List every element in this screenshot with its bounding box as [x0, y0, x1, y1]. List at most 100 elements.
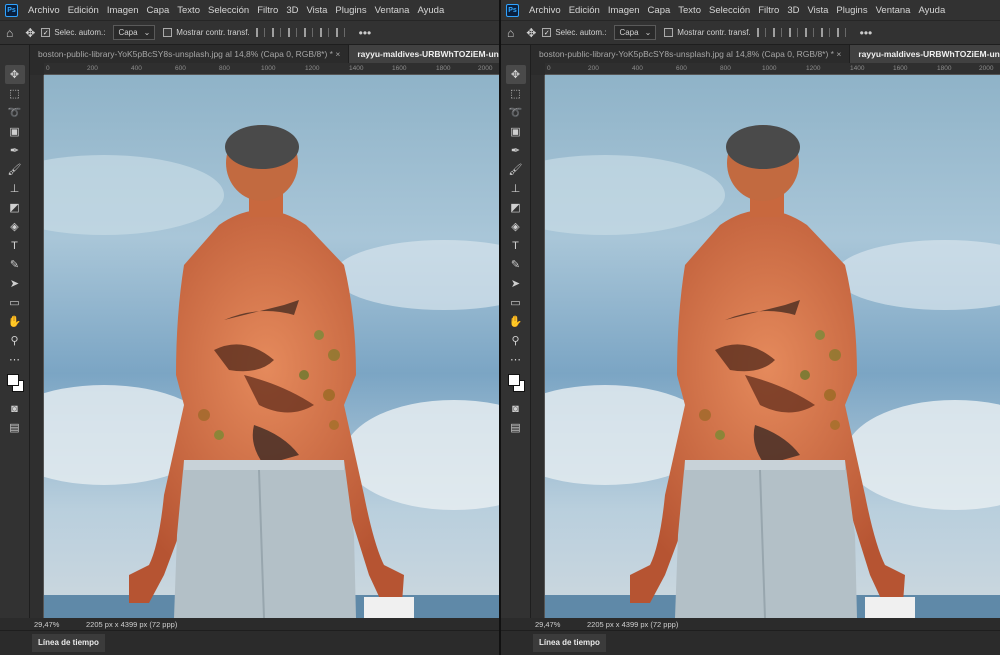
more-tools-icon[interactable]: ⋯: [5, 350, 25, 369]
vertical-ruler[interactable]: [30, 75, 44, 618]
menu-plugins[interactable]: Plugins: [331, 5, 370, 16]
lasso-icon[interactable]: ➰: [506, 103, 526, 122]
eyedropper-icon[interactable]: ✒: [5, 141, 25, 160]
rectangle-icon[interactable]: ▭: [5, 293, 25, 312]
quick-mask-icon[interactable]: ◙: [5, 399, 25, 418]
move-tool-preset-icon[interactable]: ✥: [526, 26, 536, 40]
marquee-icon[interactable]: ⬚: [506, 84, 526, 103]
foreground-color[interactable]: [507, 374, 520, 386]
pen-icon[interactable]: ✎: [506, 255, 526, 274]
zoom-level[interactable]: 29,47%: [0, 620, 59, 629]
align-bottom-icon[interactable]: [836, 28, 846, 37]
brush-icon[interactable]: 🖌: [5, 160, 25, 179]
align-right-icon[interactable]: [287, 28, 297, 37]
marquee-icon[interactable]: ⬚: [5, 84, 25, 103]
move-icon[interactable]: ✥: [505, 65, 526, 84]
align-middle-icon[interactable]: [820, 28, 830, 37]
menu-imagen[interactable]: Imagen: [103, 5, 143, 16]
object-select-icon[interactable]: ▣: [5, 122, 25, 141]
quick-mask-icon[interactable]: ◙: [506, 399, 526, 418]
auto-select-checkbox[interactable]: ✓: [41, 28, 51, 37]
menu-vista[interactable]: Vista: [803, 5, 832, 16]
eraser-icon[interactable]: ◩: [5, 198, 25, 217]
zoom-level[interactable]: 29,47%: [501, 620, 560, 629]
horizontal-ruler[interactable]: 0 200 400 600 800 1000 1200 1400 1600 18…: [545, 63, 1000, 75]
tab-rayyu[interactable]: rayyu-maldives-URBWhTOZiEM-unsplash.jpg …: [349, 45, 499, 63]
more-options-icon[interactable]: •••: [860, 26, 873, 40]
align-left-icon[interactable]: [756, 28, 766, 37]
menu-3d[interactable]: 3D: [783, 5, 803, 16]
align-right-icon[interactable]: [788, 28, 798, 37]
move-icon[interactable]: ✥: [4, 65, 25, 84]
rectangle-icon[interactable]: ▭: [506, 293, 526, 312]
menu-seleccion[interactable]: Selección: [204, 5, 253, 16]
menu-plugins[interactable]: Plugins: [832, 5, 871, 16]
path-select-icon[interactable]: ➤: [5, 274, 25, 293]
menu-edicion[interactable]: Edición: [64, 5, 103, 16]
menu-ventana[interactable]: Ventana: [371, 5, 414, 16]
close-icon[interactable]: ×: [335, 49, 340, 59]
align-top-icon[interactable]: [303, 28, 313, 37]
menu-imagen[interactable]: Imagen: [604, 5, 644, 16]
menu-filtro[interactable]: Filtro: [253, 5, 282, 16]
menu-ayuda[interactable]: Ayuda: [914, 5, 949, 16]
zoom-icon[interactable]: ⚲: [506, 331, 526, 350]
type-icon[interactable]: T: [506, 236, 526, 255]
horizontal-ruler[interactable]: 0 200 400 600 800 1000 1200 1400 1600 18…: [44, 63, 499, 75]
menu-ayuda[interactable]: Ayuda: [413, 5, 448, 16]
menu-edicion[interactable]: Edición: [565, 5, 604, 16]
foreground-color[interactable]: [6, 374, 19, 386]
stamp-icon[interactable]: ⊥: [506, 179, 526, 198]
document-canvas[interactable]: [545, 75, 1000, 618]
align-left-icon[interactable]: [255, 28, 265, 37]
move-tool-preset-icon[interactable]: ✥: [25, 26, 35, 40]
screen-mode-icon[interactable]: ▤: [5, 418, 25, 437]
menu-archivo[interactable]: Archivo: [525, 5, 565, 16]
more-tools-icon[interactable]: ⋯: [506, 350, 526, 369]
menu-filtro[interactable]: Filtro: [754, 5, 783, 16]
hand-icon[interactable]: ✋: [506, 312, 526, 331]
stamp-icon[interactable]: ⊥: [5, 179, 25, 198]
menu-ventana[interactable]: Ventana: [872, 5, 915, 16]
home-icon[interactable]: ⌂: [507, 26, 514, 40]
path-select-icon[interactable]: ➤: [506, 274, 526, 293]
menu-seleccion[interactable]: Selección: [705, 5, 754, 16]
menu-capa[interactable]: Capa: [644, 5, 675, 16]
menu-vista[interactable]: Vista: [302, 5, 331, 16]
more-options-icon[interactable]: •••: [359, 26, 372, 40]
brush-icon[interactable]: 🖌: [506, 160, 526, 179]
auto-select-dropdown[interactable]: Capa ⌄: [614, 25, 657, 40]
paint-bucket-icon[interactable]: ◈: [506, 217, 526, 236]
auto-select-dropdown[interactable]: Capa ⌄: [113, 25, 156, 40]
show-transform-checkbox[interactable]: [664, 28, 674, 37]
align-bottom-icon[interactable]: [335, 28, 345, 37]
lasso-icon[interactable]: ➰: [5, 103, 25, 122]
color-swatches[interactable]: [5, 373, 25, 395]
tab-boston[interactable]: boston-public-library-YoK5pBcSY8s-unspla…: [531, 45, 851, 63]
vertical-ruler[interactable]: [531, 75, 545, 618]
menu-capa[interactable]: Capa: [143, 5, 174, 16]
menu-texto[interactable]: Texto: [173, 5, 204, 16]
document-dimensions[interactable]: 2205 px x 4399 px (72 ppp): [587, 620, 678, 629]
align-middle-icon[interactable]: [319, 28, 329, 37]
close-icon[interactable]: ×: [836, 49, 841, 59]
align-center-icon[interactable]: [772, 28, 782, 37]
auto-select-checkbox[interactable]: ✓: [542, 28, 552, 37]
eyedropper-icon[interactable]: ✒: [506, 141, 526, 160]
document-dimensions[interactable]: 2205 px x 4399 px (72 ppp): [86, 620, 177, 629]
align-center-icon[interactable]: [271, 28, 281, 37]
menu-archivo[interactable]: Archivo: [24, 5, 64, 16]
object-select-icon[interactable]: ▣: [506, 122, 526, 141]
tab-timeline[interactable]: Línea de tiempo: [32, 634, 105, 652]
pen-icon[interactable]: ✎: [5, 255, 25, 274]
screen-mode-icon[interactable]: ▤: [506, 418, 526, 437]
align-top-icon[interactable]: [804, 28, 814, 37]
zoom-icon[interactable]: ⚲: [5, 331, 25, 350]
color-swatches[interactable]: [506, 373, 526, 395]
menu-3d[interactable]: 3D: [282, 5, 302, 16]
show-transform-checkbox[interactable]: [163, 28, 173, 37]
menu-texto[interactable]: Texto: [674, 5, 705, 16]
hand-icon[interactable]: ✋: [5, 312, 25, 331]
document-canvas[interactable]: [44, 75, 499, 618]
tab-boston[interactable]: boston-public-library-YoK5pBcSY8s-unspla…: [30, 45, 350, 63]
